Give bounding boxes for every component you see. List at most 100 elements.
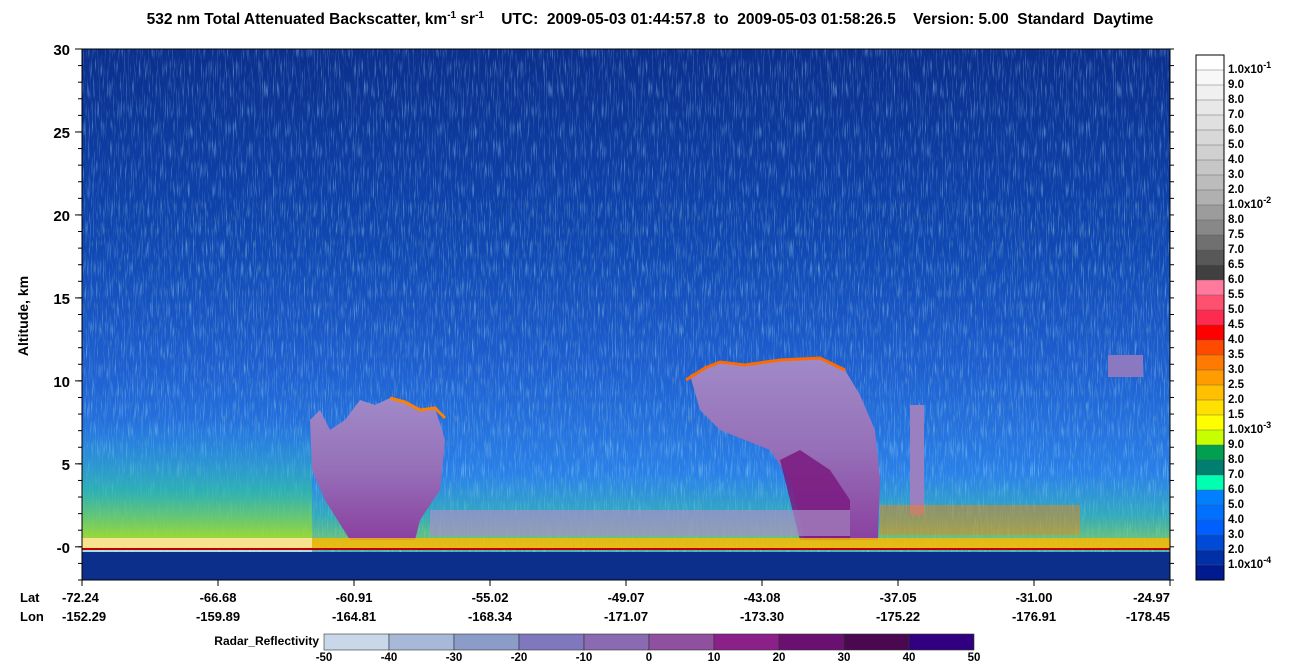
radar-tick-label: 10 — [708, 652, 721, 664]
colorbar-swatch — [1195, 129, 1225, 146]
colorbar-swatch — [1195, 54, 1225, 71]
colorbar-label: 8.0 — [1228, 94, 1244, 106]
radar-colorbar-swatch — [648, 633, 715, 651]
cloud-feature-d — [1108, 355, 1143, 377]
colorbar-label: 5.0 — [1228, 139, 1244, 151]
below-surface — [82, 552, 1170, 580]
colorbar-swatch — [1195, 519, 1225, 536]
lon-tick-label: -178.45 — [1126, 609, 1170, 624]
colorbar-swatch — [1195, 354, 1225, 371]
colorbar-label: 4.0 — [1228, 154, 1244, 166]
radar-colorbar-swatch — [388, 633, 455, 651]
radar-colorbar-swatch — [518, 633, 585, 651]
colorbar-swatch — [1195, 234, 1225, 251]
y-tick-label: -0 — [57, 540, 70, 557]
radar-colorbar-swatch — [908, 633, 975, 651]
y-tick-label: 15 — [53, 291, 70, 308]
backscatter-colorbar: 1.0x10-19.08.07.06.05.04.03.02.01.0x10-2… — [1195, 54, 1271, 581]
lat-tick-label: -49.07 — [608, 590, 645, 605]
colorbar-label: 2.0 — [1228, 184, 1244, 196]
radar-colorbar-swatch — [713, 633, 780, 651]
colorbar-swatch — [1195, 159, 1225, 176]
colorbar-label: 2.0 — [1228, 394, 1244, 406]
colorbar-label: 7.5 — [1228, 229, 1245, 241]
colorbar-swatch — [1195, 219, 1225, 236]
colorbar-label: 4.5 — [1228, 319, 1245, 331]
colorbar-swatch — [1195, 264, 1225, 281]
y-tick-label: 20 — [53, 208, 70, 225]
low-cloud-layer — [430, 510, 850, 536]
colorbar-swatch — [1195, 534, 1225, 551]
lon-tick-label: -176.91 — [1012, 609, 1056, 624]
radar-tick-label: 40 — [903, 652, 916, 664]
y-tick-label: 25 — [53, 125, 70, 142]
lon-row-label: Lon — [20, 609, 44, 624]
colorbar-swatch — [1195, 504, 1225, 521]
lat-row-label: Lat — [20, 590, 40, 605]
colorbar-swatch — [1195, 429, 1225, 446]
radar-tick-label: -50 — [316, 652, 333, 664]
colorbar-label: 1.0x10-3 — [1228, 420, 1271, 436]
colorbar-swatch — [1195, 564, 1225, 581]
colorbar-label: 3.0 — [1228, 364, 1244, 376]
radar-tick-label: 50 — [968, 652, 981, 664]
colorbar-label: 6.0 — [1228, 274, 1244, 286]
radar-colorbar-swatch — [778, 633, 845, 651]
colorbar-label: 9.0 — [1228, 439, 1244, 451]
radar-tick-label: 20 — [773, 652, 786, 664]
colorbar-label: 4.0 — [1228, 514, 1244, 526]
boundary-layer-aerosol — [880, 505, 1080, 535]
plot-area — [82, 49, 1170, 580]
colorbar-swatch — [1195, 549, 1225, 566]
colorbar-swatch — [1195, 189, 1225, 206]
radar-tick-label: -40 — [381, 652, 398, 664]
colorbar-label: 4.0 — [1228, 334, 1244, 346]
colorbar-swatch — [1195, 249, 1225, 266]
radar-colorbar: -50 -40 -30 -20 -10 0 10 20 30 40 50 — [316, 633, 981, 664]
lidar-curtain-plot: -0 5 10 15 20 25 30 Altitude, km Lat Lon -72.2… — [15, 42, 1271, 664]
colorbar-swatch — [1195, 399, 1225, 416]
y-tick-label: 5 — [62, 457, 70, 474]
cloud-column-c — [910, 405, 924, 515]
colorbar-label: 1.0x10-4 — [1228, 555, 1271, 571]
radar-tick-label: -10 — [576, 652, 593, 664]
colorbar-label: 3.5 — [1228, 349, 1245, 361]
lat-tick-label: -37.05 — [880, 590, 917, 605]
colorbar-label: 6.5 — [1228, 259, 1245, 271]
radar-tick-label: 30 — [838, 652, 851, 664]
colorbar-swatch — [1195, 414, 1225, 431]
lon-tick-label: -159.89 — [196, 609, 240, 624]
lon-tick-label: -175.22 — [876, 609, 920, 624]
colorbar-label: 5.0 — [1228, 499, 1244, 511]
colorbar-swatch — [1195, 144, 1225, 161]
radar-colorbar-swatch — [843, 633, 910, 651]
colorbar-swatch — [1195, 384, 1225, 401]
colorbar-label: 8.0 — [1228, 454, 1244, 466]
radar-colorbar-swatch — [583, 633, 650, 651]
colorbar-label: 2.0 — [1228, 544, 1244, 556]
y-tick-label: 30 — [53, 42, 70, 59]
colorbar-label: 9.0 — [1228, 79, 1244, 91]
near-surface-aerosol-left — [82, 420, 312, 550]
colorbar-label: 2.5 — [1228, 379, 1245, 391]
colorbar-label: 6.0 — [1228, 484, 1244, 496]
radar-colorbar-title: Radar_Reflectivity — [214, 634, 319, 648]
colorbar-swatch — [1195, 309, 1225, 326]
colorbar-swatch — [1195, 84, 1225, 101]
colorbar-label: 1.0x10-1 — [1228, 60, 1271, 76]
lat-tick-label: -60.91 — [336, 590, 373, 605]
colorbar-swatch — [1195, 279, 1225, 296]
colorbar-label: 3.0 — [1228, 529, 1244, 541]
colorbar-swatch — [1195, 369, 1225, 386]
colorbar-label: 5.0 — [1228, 304, 1244, 316]
colorbar-swatch — [1195, 339, 1225, 356]
lon-tick-label: -171.07 — [604, 609, 648, 624]
lon-tick-label: -168.34 — [468, 609, 513, 624]
y-tick-label: 10 — [53, 374, 70, 391]
colorbar-swatch — [1195, 174, 1225, 191]
colorbar-label: 7.0 — [1228, 109, 1244, 121]
radar-tick-label: 0 — [646, 652, 652, 664]
lon-tick-label: -164.81 — [332, 609, 376, 624]
colorbar-swatch — [1195, 474, 1225, 491]
colorbar-label: 1.0x10-2 — [1228, 195, 1271, 211]
